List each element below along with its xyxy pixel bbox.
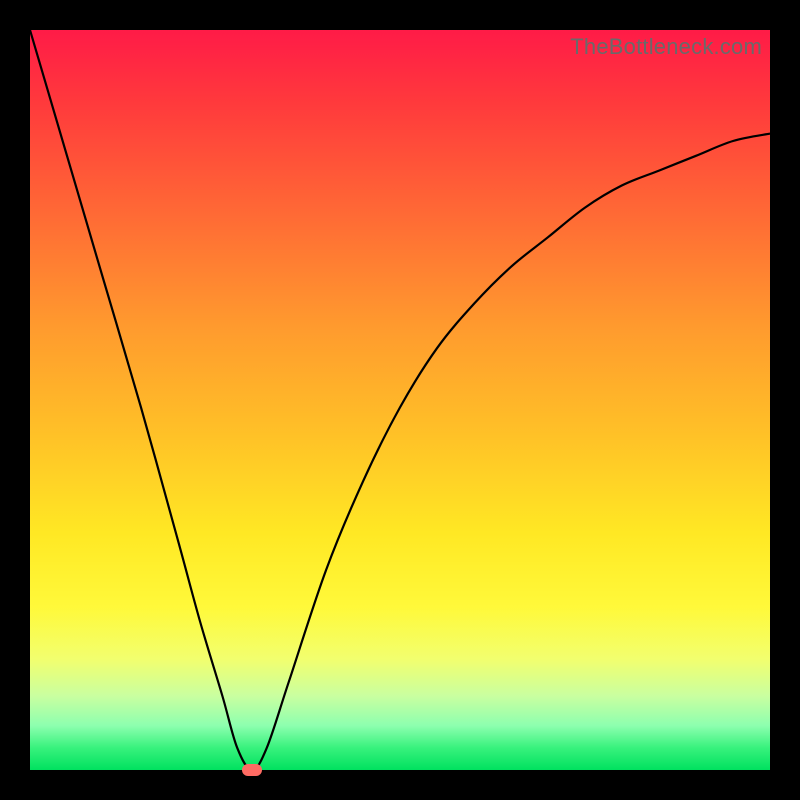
chart-frame: TheBottleneck.com (0, 0, 800, 800)
bottleneck-curve (30, 30, 770, 770)
minimum-marker (242, 764, 262, 776)
curve-path (30, 30, 770, 770)
plot-area: TheBottleneck.com (30, 30, 770, 770)
